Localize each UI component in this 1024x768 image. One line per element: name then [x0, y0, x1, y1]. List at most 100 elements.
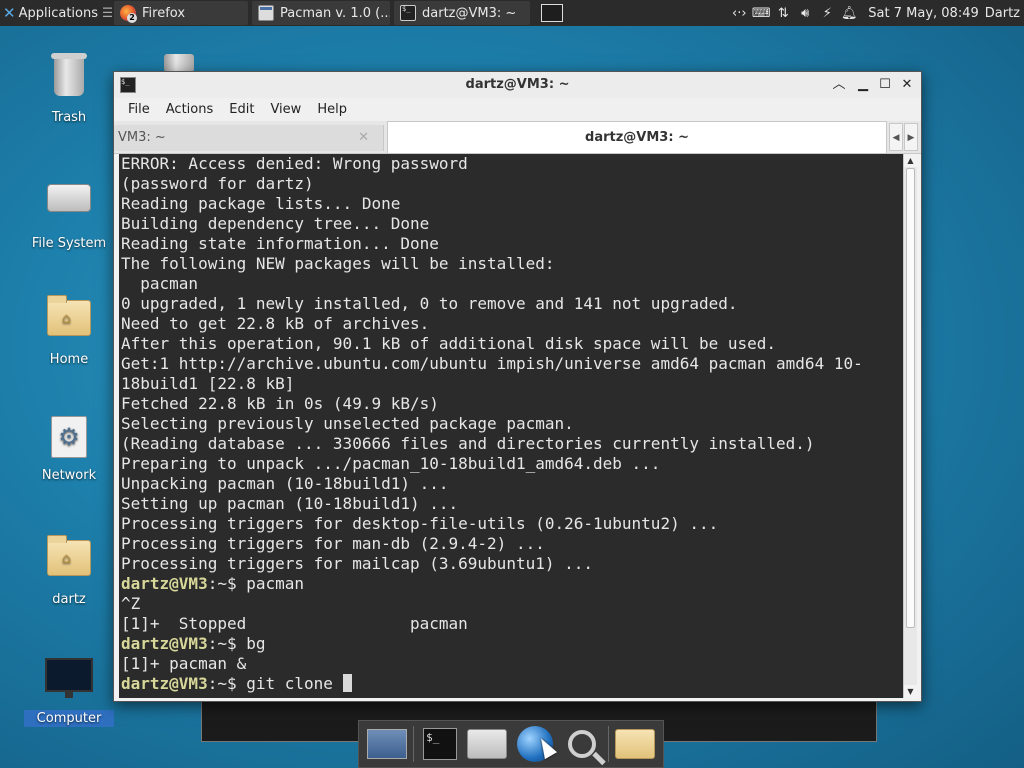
terminal-line: Unpacking pacman (10-18build1) ...	[121, 474, 903, 494]
terminal-line: Reading package lists... Done	[121, 194, 903, 214]
taskbar-item-label: Firefox	[142, 5, 186, 21]
keyboard-icon[interactable]: ⌨	[750, 0, 772, 26]
window-count-badge: 2	[127, 13, 137, 23]
dock-folder[interactable]	[614, 723, 656, 765]
terminal-icon: $_	[423, 728, 458, 760]
scroll-down-icon[interactable]: ▼	[904, 685, 917, 698]
clock[interactable]: Sat 7 May, 08:49	[860, 0, 984, 26]
tab-active[interactable]: dartz@VM3: ~	[387, 121, 887, 153]
desktop-icon-label: Computer	[24, 710, 114, 727]
tab-label: dartz@VM3: ~	[585, 130, 689, 145]
terminal-output-text: Preparing to unpack .../pacman_10-18buil…	[121, 454, 661, 473]
window-titlebar[interactable]: $_ dartz@VM3: ~ ︿ ▁ ☐ ✕	[114, 72, 921, 99]
applications-menu-label: Applications	[18, 5, 98, 21]
terminal-icon: $_	[400, 5, 416, 21]
desktop-icon-network[interactable]: ⚙ Network	[24, 412, 114, 483]
tab-inactive[interactable]: VM3: ~ ✕	[114, 125, 384, 151]
tab-scroll-right-icon[interactable]: ▶	[904, 123, 918, 151]
terminal-line: (Reading database ... 330666 files and d…	[121, 434, 903, 454]
minimize-button[interactable]: ▁	[853, 75, 873, 95]
menu-file[interactable]: File	[120, 102, 158, 117]
terminal-output-text: The following NEW packages will be insta…	[121, 254, 555, 273]
notifications-icon[interactable]: 🔔︎	[838, 0, 860, 26]
transfer-icon[interactable]: ⇅	[772, 0, 794, 26]
taskbar-item-firefox[interactable]: 2 Firefox	[114, 1, 248, 25]
xfce-logo-icon: ✕	[3, 4, 16, 22]
window-title: dartz@VM3: ~	[465, 77, 570, 92]
dock: $_	[358, 720, 664, 768]
maximize-button[interactable]: ☐	[875, 75, 895, 95]
menu-bar: File Actions Edit View Help	[114, 98, 921, 121]
menu-help[interactable]: Help	[309, 102, 355, 117]
applications-menu-button[interactable]: ✕ Applications ☰	[0, 0, 112, 26]
desktop-icon-label: Network	[41, 468, 97, 483]
terminal-line: dartz@VM3:~$ git clone	[121, 674, 903, 694]
desktop-icon-dartz[interactable]: ⌂ dartz	[24, 532, 114, 607]
terminal-output[interactable]: ERROR: Access denied: Wrong password (pas…	[119, 154, 903, 698]
terminal-line: Selecting previously unselected package …	[121, 414, 903, 434]
desktop-icon-label: dartz	[52, 592, 86, 607]
dock-app-finder[interactable]	[561, 723, 603, 765]
desktop-icon-computer[interactable]: Computer	[24, 652, 114, 727]
workspace-switcher[interactable]	[532, 0, 572, 26]
terminal-output-text: [1]+ Stopped pacman	[121, 614, 468, 633]
drive-icon	[45, 184, 93, 232]
terminal-output-text: Processing triggers for man-db (2.9.4-2)…	[121, 534, 545, 553]
desktop-icon-trash[interactable]: Trash	[24, 52, 114, 125]
network-settings-icon: ⚙	[45, 416, 93, 464]
file-manager-icon	[467, 729, 508, 759]
terminal-line: (password for dartz)	[121, 174, 903, 194]
tab-bar: VM3: ~ ✕ dartz@VM3: ~ ◀ ▶	[114, 121, 921, 154]
dock-show-desktop[interactable]	[366, 723, 408, 765]
terminal-output-text: After this operation, 90.1 kB of additio…	[121, 334, 777, 353]
close-button[interactable]: ✕	[897, 75, 917, 95]
window-icon	[258, 5, 274, 21]
user-menu[interactable]: Dartz	[985, 0, 1024, 26]
power-icon[interactable]: ⚡︎	[816, 0, 838, 26]
desktop-icon-label: Home	[49, 352, 89, 367]
terminal-output-text: Setting up pacman (10-18build1) ...	[121, 494, 459, 513]
desktop-icon-label: File System	[31, 236, 107, 251]
terminal-line: Building dependency tree... Done	[121, 214, 903, 234]
terminal-output-text: (Reading database ... 330666 files and d…	[121, 434, 815, 453]
desktop-icon-home[interactable]: ⌂ Home	[24, 292, 114, 367]
shell-prompt: dartz@VM3	[121, 674, 208, 693]
terminal-output-text: Fetched 22.8 kB in 0s (49.9 kB/s)	[121, 394, 439, 413]
terminal-scrollbar[interactable]: ▲ ▼	[903, 154, 917, 698]
terminal-line: Get:1 http://archive.ubuntu.com/ubuntu i…	[121, 354, 903, 394]
menu-separator-icon: ☰	[102, 5, 112, 21]
menu-edit[interactable]: Edit	[221, 102, 262, 117]
scrollbar-thumb[interactable]	[906, 168, 915, 628]
dock-file-manager[interactable]	[466, 723, 508, 765]
terminal-line: ERROR: Access denied: Wrong password	[121, 154, 903, 174]
terminal-line: Reading state information... Done	[121, 234, 903, 254]
terminal-line: [1]+ Stopped pacman	[121, 614, 903, 634]
tab-close-icon[interactable]: ✕	[358, 125, 369, 151]
terminal-line: Fetched 22.8 kB in 0s (49.9 kB/s)	[121, 394, 903, 414]
terminal-output-text: Selecting previously unselected package …	[121, 414, 574, 433]
dock-separator	[412, 726, 414, 762]
tab-label: VM3: ~	[118, 130, 166, 145]
scroll-up-icon[interactable]: ▲	[904, 154, 917, 167]
network-icon[interactable]: ‹·›	[728, 0, 750, 26]
shade-button[interactable]: ︿	[829, 75, 849, 95]
menu-actions[interactable]: Actions	[158, 102, 222, 117]
terminal-line: The following NEW packages will be insta…	[121, 254, 903, 274]
taskbar-item-terminal[interactable]: $_ dartz@VM3: ~	[394, 1, 530, 25]
terminal-output-text: Processing triggers for mailcap (3.69ubu…	[121, 554, 594, 573]
menu-view[interactable]: View	[262, 102, 309, 117]
terminal-line: After this operation, 90.1 kB of additio…	[121, 334, 903, 354]
desktop-icon-file-system[interactable]: File System	[24, 172, 114, 251]
shell-prompt-suffix: :~$	[207, 674, 247, 693]
app-finder-icon	[567, 730, 596, 758]
terminal-line: [1]+ pacman &	[121, 654, 903, 674]
show-desktop-icon	[366, 729, 407, 759]
terminal-line: pacman	[121, 274, 903, 294]
taskbar-item-pacman[interactable]: Pacman v. 1.0 (...	[252, 1, 390, 25]
terminal-output-text: Processing triggers for desktop-file-uti…	[121, 514, 719, 533]
volume-icon[interactable]: 🔊︎	[794, 0, 816, 26]
shell-command: bg	[246, 634, 266, 653]
tab-scroll-left-icon[interactable]: ◀	[889, 123, 903, 151]
computer-icon	[45, 658, 93, 706]
dock-terminal[interactable]: $_	[419, 723, 461, 765]
